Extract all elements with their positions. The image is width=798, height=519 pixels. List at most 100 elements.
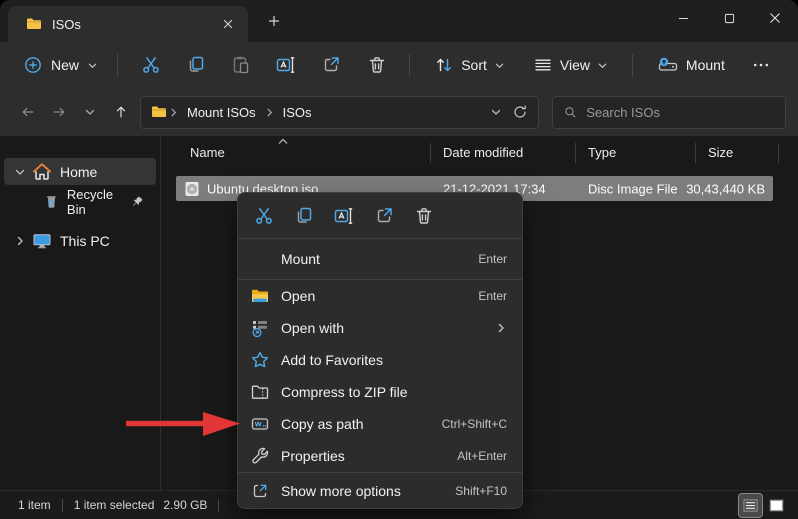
copy-button[interactable] <box>177 48 214 82</box>
open-folder-icon <box>252 289 268 302</box>
sort-icon <box>437 58 452 72</box>
recent-locations-button[interactable] <box>74 97 105 128</box>
plus-icon <box>268 15 280 27</box>
column-header-date-modified[interactable]: Date modified <box>443 145 523 160</box>
copy-button[interactable] <box>284 199 324 233</box>
cut-button[interactable] <box>132 48 169 82</box>
menu-item-shortcut: Enter <box>478 252 507 266</box>
rename-button[interactable] <box>268 48 305 82</box>
sidebar-item-this-pc[interactable]: This PC <box>4 227 156 254</box>
column-divider[interactable] <box>430 143 431 163</box>
mount-button[interactable]: Mount <box>648 48 734 82</box>
sidebar-item-recycle-bin[interactable]: Recycle Bin <box>4 187 156 217</box>
sort-button[interactable]: Sort <box>425 48 514 82</box>
this-pc-icon <box>33 233 51 248</box>
menu-item-mount[interactable]: Mount Enter <box>238 239 522 279</box>
delete-button[interactable] <box>404 199 444 233</box>
cut-icon <box>141 55 161 75</box>
menu-item-shortcut: Shift+F10 <box>455 483 507 498</box>
view-toggles <box>738 492 788 518</box>
menu-item-add-to-favorites[interactable]: Add to Favorites <box>238 344 522 376</box>
share-icon <box>321 55 341 75</box>
share-button[interactable] <box>364 199 404 233</box>
column-header-size[interactable]: Size <box>708 145 733 160</box>
minimize-icon <box>678 17 688 19</box>
copy-icon <box>294 206 314 226</box>
sidebar-item-label: This PC <box>60 232 110 249</box>
menu-item-open-with[interactable]: Open with <box>238 312 522 344</box>
column-header-type[interactable]: Type <box>588 145 616 160</box>
sort-ascending-icon <box>278 138 288 144</box>
address-dropdown-button[interactable] <box>484 100 508 124</box>
search-input[interactable] <box>586 104 775 120</box>
open-with-icon <box>252 321 267 338</box>
back-button[interactable] <box>12 97 43 128</box>
sort-button-label: Sort <box>461 57 487 73</box>
breadcrumb-item[interactable]: Mount ISOs <box>180 102 263 123</box>
annotation-arrow <box>126 412 240 436</box>
search-box <box>552 95 786 129</box>
large-icons-view-button[interactable] <box>765 494 788 517</box>
see-more-button[interactable] <box>743 48 780 82</box>
column-header-name[interactable]: Name <box>190 145 225 160</box>
breadcrumb[interactable]: Mount ISOs ISOs <box>140 95 539 129</box>
toolbar-divider <box>117 54 118 76</box>
refresh-button[interactable] <box>508 100 532 124</box>
tab-isos[interactable]: ISOs <box>8 6 248 42</box>
menu-item-label: Copy as path <box>281 416 364 432</box>
view-button[interactable]: View <box>524 48 617 82</box>
command-toolbar: New Sort View Mount <box>0 42 798 88</box>
item-count: 1 item <box>18 498 51 512</box>
details-view-button[interactable] <box>738 492 763 518</box>
column-divider[interactable] <box>695 143 696 163</box>
delete-icon <box>367 55 387 75</box>
paste-icon <box>231 55 251 75</box>
forward-button[interactable] <box>43 97 74 128</box>
menu-item-label: Add to Favorites <box>281 352 383 368</box>
selection-count: 1 item selected <box>73 498 155 512</box>
new-button[interactable]: New <box>14 48 107 82</box>
status-divider <box>61 498 63 512</box>
maximize-button[interactable] <box>706 0 752 36</box>
back-icon <box>22 107 33 117</box>
menu-item-copy-as-path[interactable]: Copy as path Ctrl+Shift+C <box>238 408 522 440</box>
column-divider[interactable] <box>778 143 779 163</box>
close-icon <box>770 13 780 23</box>
paste-button[interactable] <box>222 48 259 82</box>
details-view-icon <box>743 498 758 512</box>
menu-item-properties[interactable]: Properties Alt+Enter <box>238 440 522 472</box>
delete-button[interactable] <box>358 48 395 82</box>
menu-item-label: Properties <box>281 448 345 464</box>
disc-image-file-icon <box>185 181 199 196</box>
chevron-down-icon[interactable] <box>10 166 30 178</box>
show-more-options-icon <box>253 484 267 497</box>
close-window-button[interactable] <box>752 0 798 36</box>
new-tab-button[interactable] <box>262 9 286 33</box>
view-icon <box>535 59 551 71</box>
rename-button[interactable] <box>324 199 364 233</box>
column-divider[interactable] <box>575 143 576 163</box>
menu-item-label: Compress to ZIP file <box>281 384 408 400</box>
share-button[interactable] <box>313 48 350 82</box>
recycle-bin-icon <box>47 196 56 208</box>
up-button[interactable] <box>105 97 136 128</box>
tab-close-button[interactable] <box>216 12 240 36</box>
file-type: Disc Image File <box>588 181 678 196</box>
chevron-down-icon <box>84 106 96 118</box>
menu-item-label: Open with <box>281 320 345 336</box>
cut-button[interactable] <box>244 199 284 233</box>
sidebar-item-home[interactable]: Home <box>4 158 156 185</box>
close-icon <box>223 19 233 29</box>
menu-item-show-more-options[interactable]: Show more options Shift+F10 <box>238 473 522 508</box>
minimize-button[interactable] <box>660 0 706 36</box>
menu-item-label: Show more options <box>281 482 401 499</box>
forward-icon <box>53 107 64 117</box>
chevron-right-icon[interactable] <box>10 235 30 247</box>
menu-item-open[interactable]: Open Enter <box>238 280 522 312</box>
breadcrumb-item[interactable]: ISOs <box>276 102 319 123</box>
mount-icon <box>658 57 678 71</box>
address-bar: Mount ISOs ISOs <box>0 88 798 136</box>
search-icon <box>565 107 576 118</box>
menu-item-compress-to-zip[interactable]: Compress to ZIP file <box>238 376 522 408</box>
delete-icon <box>414 206 434 226</box>
